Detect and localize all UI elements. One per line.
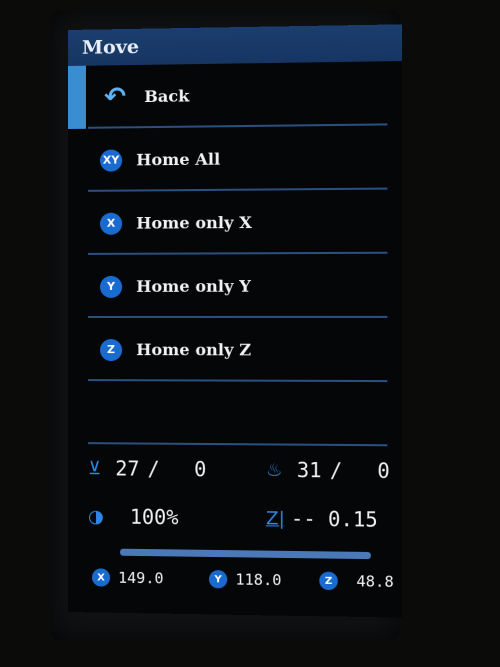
back-label: Back	[144, 86, 189, 106]
home-y-icon: Y	[100, 275, 122, 297]
bed-sep: /	[330, 458, 342, 482]
home-x-label: Home only X	[136, 213, 252, 233]
status-panel: ⊻ 27 / 0 ♨ 31 / 0 ◑ 100% Z| -- 0.15 X 14…	[68, 450, 402, 616]
z-axis-icon: Z	[319, 572, 338, 591]
hotend-temp: ⊻ 27 / 0	[88, 456, 206, 481]
page-title: Move	[68, 24, 402, 66]
home-z-icon: Z	[100, 339, 122, 361]
hotend-current: 27	[115, 456, 139, 480]
x-axis-icon: X	[92, 568, 110, 586]
progress-fill	[120, 549, 371, 559]
z-value: 48.8	[356, 572, 393, 591]
divider	[88, 442, 387, 446]
bed-heat-icon: ♨	[266, 459, 283, 480]
x-position: X 149.0	[92, 568, 164, 587]
y-value: 118.0	[235, 570, 281, 589]
home-y-button[interactable]: Y Home only Y	[68, 254, 402, 318]
y-axis-icon: Y	[209, 570, 227, 588]
z-offset-icon: Z|	[266, 508, 285, 529]
move-menu: ↶ Back XY Home All X Home only X Y Home …	[68, 61, 402, 446]
bed-temp: ♨ 31 / 0	[266, 458, 390, 483]
home-z-label: Home only Z	[136, 340, 251, 359]
home-z-button[interactable]: Z Home only Z	[68, 318, 402, 382]
hotend-target: 0	[194, 457, 206, 481]
back-arrow-icon: ↶	[100, 86, 130, 108]
home-all-icon: XY	[100, 149, 122, 171]
home-all-label: Home All	[136, 149, 220, 169]
bed-target: 0	[377, 458, 389, 483]
z-position: Z 48.8	[319, 572, 393, 591]
progress-bar	[120, 549, 371, 559]
home-y-label: Home only Y	[136, 277, 251, 296]
x-value: 149.0	[118, 569, 163, 588]
printer-screen: Move ↶ Back XY Home All X Home only X Y …	[68, 24, 402, 617]
fan-icon: ◑	[88, 506, 104, 527]
hotend-icon: ⊻	[88, 458, 101, 479]
home-x-button[interactable]: X Home only X	[68, 189, 402, 255]
fan-speed: ◑ 100%	[88, 504, 178, 529]
bed-current: 31	[297, 458, 322, 483]
back-button[interactable]: ↶ Back	[68, 61, 402, 129]
home-all-button[interactable]: XY Home All	[68, 125, 402, 192]
z-offset-value: -- 0.15	[291, 506, 378, 531]
y-position: Y 118.0	[209, 570, 282, 589]
hotend-sep: /	[148, 457, 160, 481]
fan-value: 100%	[130, 505, 179, 530]
home-x-icon: X	[100, 212, 122, 234]
z-offset: Z| -- 0.15	[266, 506, 378, 532]
empty-menu-row	[68, 381, 402, 446]
